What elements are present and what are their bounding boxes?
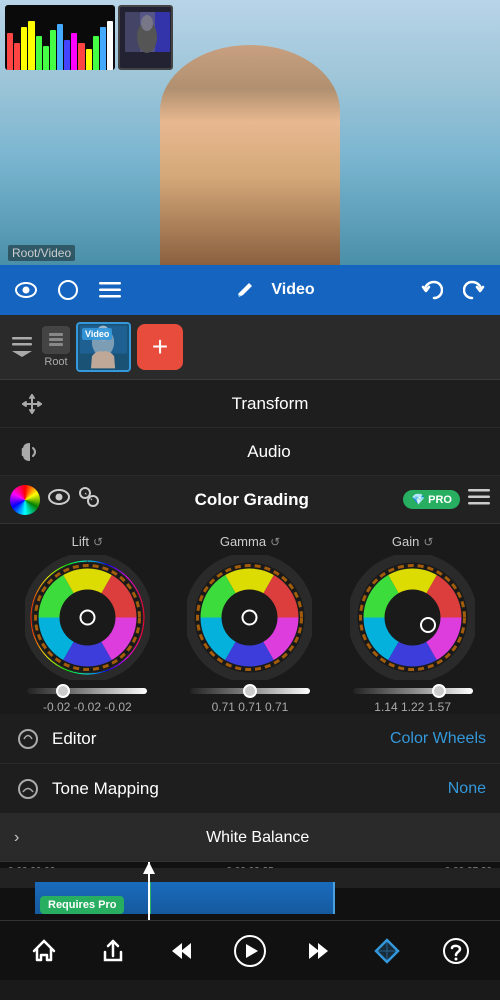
lift-refresh-icon[interactable]: ↺ <box>93 535 103 549</box>
gamma-wheel[interactable] <box>187 555 312 680</box>
transform-icon <box>16 388 48 420</box>
home-button[interactable] <box>22 929 66 973</box>
help-button[interactable] <box>434 929 478 973</box>
audio-icon <box>14 436 46 468</box>
root-label: Root <box>42 326 70 368</box>
timeline-strip: Root Video + <box>0 315 500 380</box>
white-balance-row[interactable]: › White Balance <box>0 814 500 862</box>
cg-menu-icon[interactable] <box>468 488 490 511</box>
collapse-icon[interactable] <box>8 333 36 361</box>
editor-value: Color Wheels <box>390 730 486 748</box>
waveform-thumb-1 <box>5 5 115 70</box>
add-clip-button[interactable]: + <box>137 324 183 370</box>
subject-figure <box>160 45 340 265</box>
tone-mapping-icon <box>14 775 42 803</box>
requires-pro-badge: Requires Pro <box>40 896 124 914</box>
audio-label: Audio <box>52 442 486 462</box>
gain-slider-thumb[interactable] <box>432 684 446 698</box>
lift-brightness-slider[interactable] <box>27 688 147 694</box>
audio-section[interactable]: Audio <box>0 428 500 476</box>
undo-button[interactable] <box>414 272 450 308</box>
root-icon <box>42 326 70 354</box>
transform-section[interactable]: Transform <box>0 380 500 428</box>
color-wheel-icon <box>10 485 40 515</box>
forward-button[interactable] <box>297 929 341 973</box>
white-balance-label: White Balance <box>29 829 486 847</box>
lift-values: -0.02 -0.02 -0.02 <box>43 700 132 714</box>
timeline-bottom: 0:00:00:00 0:00:03:25 0:00:07:20 Require… <box>0 862 500 920</box>
wheels-row: Lift ↺ <box>0 534 500 714</box>
lift-slider-thumb[interactable] <box>56 684 70 698</box>
color-wheels-area: Lift ↺ <box>0 524 500 714</box>
gamma-refresh-icon[interactable]: ↺ <box>270 535 280 549</box>
play-button[interactable] <box>228 929 272 973</box>
bottom-controls <box>0 920 500 980</box>
redo-button[interactable] <box>456 272 492 308</box>
video-clip-thumb[interactable]: Video <box>76 322 131 372</box>
gamma-slider-thumb[interactable] <box>243 684 257 698</box>
pro-badge: 💎 PRO <box>403 490 460 509</box>
tone-mapping-value: None <box>448 780 486 798</box>
pencil-icon <box>227 272 263 308</box>
gain-wheel[interactable] <box>350 555 475 680</box>
timeline-playhead <box>148 862 150 920</box>
toolbar-title: Video <box>271 281 314 299</box>
diamond-button[interactable] <box>365 929 409 973</box>
gain-values: 1.14 1.22 1.57 <box>374 700 451 714</box>
menu-icon[interactable] <box>92 272 128 308</box>
gain-label: Gain <box>392 534 419 549</box>
gamma-label: Gamma <box>220 534 266 549</box>
gamma-values: 0.71 0.71 0.71 <box>212 700 289 714</box>
lift-wheel-container: Lift ↺ <box>12 534 162 714</box>
eye-icon[interactable] <box>8 272 44 308</box>
video-thumb-label: Video <box>82 328 112 340</box>
gamma-brightness-slider[interactable] <box>190 688 310 694</box>
gain-refresh-icon[interactable]: ↺ <box>423 535 433 549</box>
cg-title: Color Grading <box>108 490 395 510</box>
waveform-panel <box>5 5 173 70</box>
tone-mapping-row[interactable]: Tone Mapping None <box>0 764 500 814</box>
gain-wheel-container: Gain ↺ <box>338 534 488 714</box>
gain-label-row: Gain ↺ <box>392 534 434 549</box>
share-button[interactable] <box>91 929 135 973</box>
editor-icon <box>14 725 42 753</box>
transform-label: Transform <box>56 394 484 414</box>
color-grading-header: Color Grading 💎 PRO <box>0 476 500 524</box>
rewind-button[interactable] <box>159 929 203 973</box>
gain-brightness-slider[interactable] <box>353 688 473 694</box>
lift-label-row: Lift ↺ <box>72 534 103 549</box>
gamma-wheel-container: Gamma ↺ <box>175 534 325 714</box>
gamma-label-row: Gamma ↺ <box>220 534 280 549</box>
tone-mapping-label: Tone Mapping <box>52 779 448 799</box>
editor-label: Editor <box>52 729 390 749</box>
circle-icon[interactable] <box>50 272 86 308</box>
top-toolbar: Video <box>0 265 500 315</box>
lift-wheel[interactable] <box>25 555 150 680</box>
root-video-label: Root/Video <box>8 245 75 261</box>
editor-row[interactable]: Editor Color Wheels <box>0 714 500 764</box>
cg-eye-icon[interactable] <box>48 489 70 510</box>
cg-adjust-icon[interactable] <box>78 486 100 513</box>
wb-arrow-icon: › <box>14 829 19 847</box>
video-preview: Root/Video <box>0 0 500 265</box>
mini-thumbnail <box>118 5 173 70</box>
lift-label: Lift <box>72 534 89 549</box>
